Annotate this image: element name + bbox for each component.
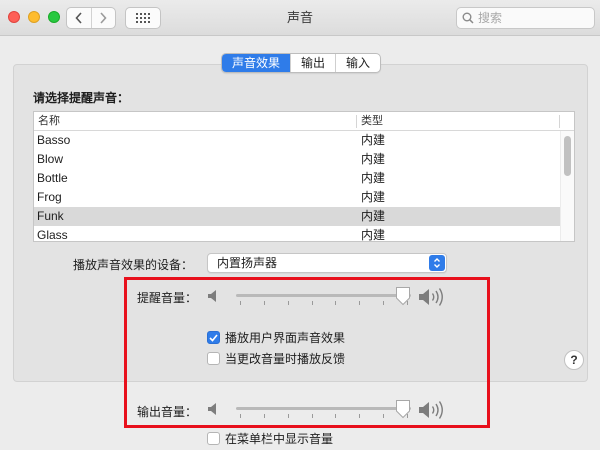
updown-arrows-icon: [434, 258, 440, 268]
grid-icon: [136, 13, 150, 23]
slider-ticks: [236, 301, 411, 306]
checkmark-icon: [209, 333, 218, 342]
sound-name: Bottle: [37, 171, 68, 185]
slider-tick: [359, 301, 361, 305]
slider-ticks: [236, 414, 411, 419]
ui-sound-effects-checkbox[interactable]: [207, 331, 220, 344]
tab-output[interactable]: 输出: [290, 54, 335, 72]
show-volume-in-menubar-label: 在菜单栏中显示音量: [225, 432, 334, 446]
alert-volume-slider[interactable]: [236, 286, 411, 306]
slider-tick: [383, 301, 385, 305]
table-header: 名称 类型: [34, 112, 574, 131]
show-volume-in-menubar-checkbox[interactable]: [207, 432, 220, 445]
search-input[interactable]: [478, 11, 588, 25]
table-row[interactable]: Glass 内建: [34, 226, 560, 242]
sound-type: 内建: [361, 209, 386, 223]
sound-type: 内建: [361, 190, 386, 204]
column-header-type[interactable]: 类型: [361, 112, 383, 131]
slider-track: [236, 407, 411, 410]
sound-type: 内建: [361, 152, 386, 166]
output-device-select[interactable]: 内置扬声器: [207, 253, 447, 273]
sound-type: 内建: [361, 228, 386, 242]
forward-chevron-icon: [100, 12, 107, 24]
slider-tick: [263, 301, 265, 305]
volume-feedback-option[interactable]: 当更改音量时播放反馈: [207, 350, 345, 367]
sound-name: Funk: [37, 209, 64, 223]
sound-name: Blow: [37, 152, 64, 166]
sound-type: 内建: [361, 133, 386, 147]
volume-feedback-label: 当更改音量时播放反馈: [225, 352, 346, 366]
back-chevron-icon: [75, 12, 82, 24]
scrollbar-thumb[interactable]: [564, 136, 571, 176]
table-row[interactable]: Blow 内建: [34, 150, 560, 169]
volume-feedback-checkbox[interactable]: [207, 352, 220, 365]
column-divider: [559, 115, 560, 128]
table-row[interactable]: Basso 内建: [34, 131, 560, 150]
column-divider: [356, 115, 357, 128]
sound-name: Basso: [37, 133, 71, 147]
output-volume-label: 输出音量：: [137, 405, 198, 419]
slider-tick: [335, 414, 337, 418]
table-row[interactable]: Bottle 内建: [34, 169, 560, 188]
output-device-label: 播放声音效果的设备：: [73, 258, 194, 272]
slider-tick: [287, 414, 289, 418]
tab-bar: 声音效果 输出 输入: [221, 53, 382, 73]
output-device-value: 内置扬声器: [217, 256, 278, 270]
slider-thumb[interactable]: [395, 286, 411, 306]
slider-tick: [335, 301, 337, 305]
table-row[interactable]: Frog 内建: [34, 188, 560, 207]
speaker-low-icon: [208, 290, 216, 302]
sound-name: Glass: [37, 228, 68, 242]
table-row-selected[interactable]: Funk 内建: [34, 207, 560, 226]
slider-tick: [311, 414, 313, 418]
slider-tick: [287, 301, 289, 305]
slider-track: [236, 294, 411, 297]
sound-type: 内建: [361, 171, 386, 185]
select-arrows: [429, 255, 445, 271]
history-nav: [66, 7, 116, 29]
speaker-high-icon: [419, 288, 443, 306]
minimize-window-button[interactable]: [28, 11, 40, 23]
output-volume-slider[interactable]: [236, 399, 411, 419]
slider-tick: [263, 414, 265, 418]
slider-tick: [240, 414, 241, 418]
close-window-button[interactable]: [8, 11, 20, 23]
slider-tick: [311, 301, 313, 305]
slider-thumb[interactable]: [395, 399, 411, 419]
forward-button[interactable]: [90, 8, 116, 28]
speaker-high-icon: [419, 401, 443, 419]
ui-sound-effects-label: 播放用户界面声音效果: [225, 331, 346, 345]
sound-name: Frog: [37, 190, 62, 204]
table-scrollbar[interactable]: [560, 131, 574, 241]
slider-tick: [359, 414, 361, 418]
alert-sound-table[interactable]: 名称 类型 Basso 内建 Blow 内建 Bottle 内建 Frog 内建…: [33, 111, 575, 242]
speaker-low-icon: [208, 403, 216, 415]
back-button[interactable]: [67, 8, 91, 28]
alert-volume-label: 提醒音量：: [137, 291, 198, 305]
alert-sound-label: 请选择提醒声音：: [33, 91, 130, 105]
tab-sound-effects[interactable]: 声音效果: [222, 54, 291, 72]
help-button[interactable]: ?: [564, 350, 584, 370]
search-field[interactable]: [456, 7, 595, 29]
slider-tick: [383, 414, 385, 418]
title-bar: 声音: [0, 0, 600, 36]
slider-tick: [240, 301, 241, 305]
search-icon: [462, 12, 474, 24]
column-header-name[interactable]: 名称: [38, 112, 60, 131]
ui-sound-effects-option[interactable]: 播放用户界面声音效果: [207, 329, 345, 346]
tab-input[interactable]: 输入: [335, 54, 380, 72]
show-volume-in-menubar-option[interactable]: 在菜单栏中显示音量: [207, 430, 333, 447]
zoom-window-button[interactable]: [48, 11, 60, 23]
show-all-button[interactable]: [125, 7, 161, 29]
